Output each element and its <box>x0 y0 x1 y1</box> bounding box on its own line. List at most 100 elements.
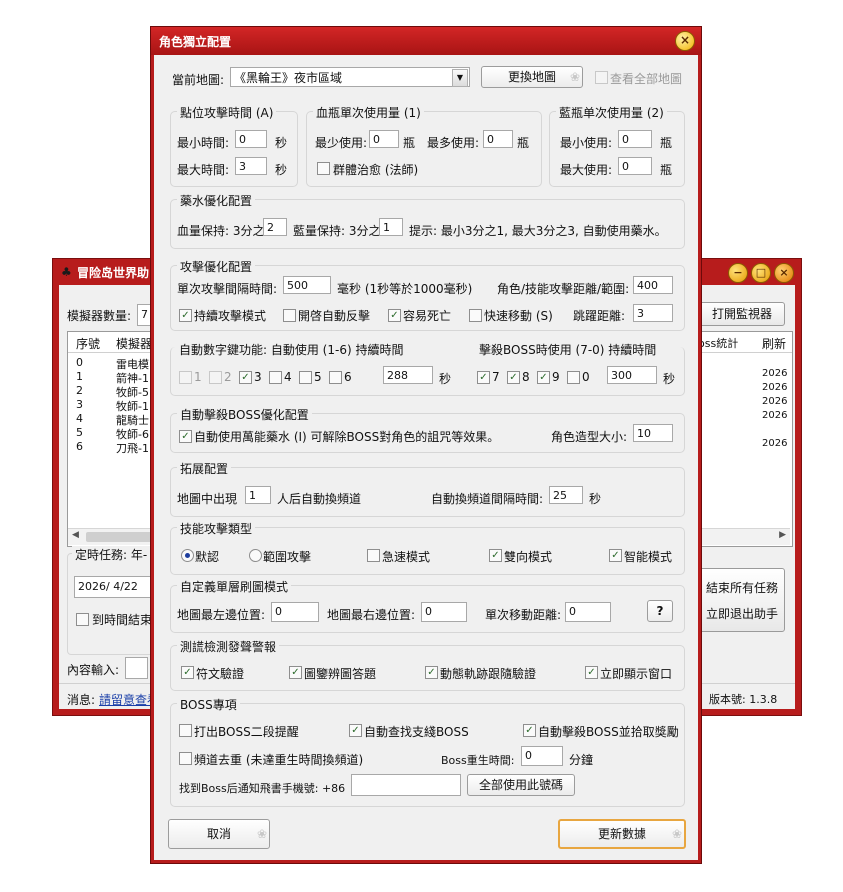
model-size-input[interactable]: 10 <box>633 424 673 442</box>
channel-interval-unit: 秒 <box>589 492 602 506</box>
map-left-input[interactable]: 0 <box>271 602 319 622</box>
hp-max-label: 最多使用: <box>427 136 480 150</box>
numkey-7-checkbox[interactable]: ✓ <box>477 371 490 384</box>
numkey-3-label: 3 <box>254 370 262 384</box>
refresh-cell: 2026 <box>762 382 788 393</box>
attack-min-input[interactable]: 0 <box>235 130 267 148</box>
potion-opt-title: 藥水優化配置 <box>177 192 256 209</box>
notify-phone-label: 找到Boss后通知飛書手機號: +86 <box>179 782 346 795</box>
auto-kill-boss-checkbox[interactable]: ✓ <box>523 724 536 737</box>
update-data-button[interactable]: 更新數據 ❀ <box>558 819 686 849</box>
numkey-6-label: 6 <box>344 370 352 384</box>
image-quiz-label: 圖鑒辨圖答題 <box>304 667 377 681</box>
smart-mode-checkbox[interactable]: ✓ <box>609 549 622 562</box>
maximize-icon[interactable]: □ <box>751 263 771 283</box>
numkey-4-checkbox[interactable] <box>269 371 282 384</box>
attack-interval-input[interactable]: 500 <box>283 276 331 294</box>
view-all-maps-label: 查看全部地圖 <box>610 72 683 86</box>
numkey-5-checkbox[interactable] <box>299 371 312 384</box>
boss-phase2-checkbox[interactable] <box>179 724 192 737</box>
fast-move-checkbox[interactable] <box>469 309 482 322</box>
map-right-input[interactable]: 0 <box>421 602 467 622</box>
hp-keep-label: 血量保持: 3分之 <box>177 224 265 238</box>
appear-count-input[interactable]: 1 <box>245 486 271 504</box>
mp-max-input[interactable]: 0 <box>618 157 652 175</box>
mp-min-input[interactable]: 0 <box>618 130 652 148</box>
mp-max-label: 最大使用: <box>560 163 613 177</box>
hp-min-unit: 瓶 <box>403 136 416 150</box>
attack-range-input[interactable]: 400 <box>633 276 673 294</box>
attack-max-input[interactable]: 3 <box>235 157 267 175</box>
single-layer-group: 自定義單層刷圖模式 地圖最左邊位置: 0 地圖最右邊位置: 0 單次移動距離: … <box>170 578 685 633</box>
attack-min-label: 最小時間: <box>177 136 230 150</box>
numkey-3-checkbox[interactable]: ✓ <box>239 371 252 384</box>
mp-keep-input[interactable]: 1 <box>379 218 403 236</box>
table-row-name[interactable]: 刀飛-1 <box>116 440 149 456</box>
rune-checkbox[interactable]: ✓ <box>181 666 194 679</box>
notify-phone-input[interactable] <box>351 774 461 796</box>
numkeys-auto-unit: 秒 <box>439 372 452 386</box>
model-size-label: 角色造型大小: <box>551 430 628 444</box>
scroll-right-icon[interactable]: ▶ <box>779 530 786 540</box>
range-attack-radio[interactable] <box>249 549 262 562</box>
easy-die-checkbox[interactable]: ✓ <box>388 309 401 322</box>
hp-max-input[interactable]: 0 <box>483 130 513 148</box>
table-row-no: 4 <box>76 412 83 425</box>
change-map-label: 更換地圖 <box>507 70 556 84</box>
content-input[interactable] <box>125 657 148 679</box>
default-radio[interactable] <box>181 549 194 562</box>
numkey-9-checkbox[interactable]: ✓ <box>537 371 550 384</box>
view-all-maps-checkbox[interactable] <box>595 71 608 84</box>
numkeys-auto-duration-input[interactable]: 288 <box>383 366 433 384</box>
close-icon[interactable]: × <box>774 263 794 283</box>
end-at-time-checkbox[interactable] <box>76 613 89 626</box>
use-all-number-button[interactable]: 全部使用此號碼 <box>467 774 575 796</box>
auto-kill-boss-label: 自動擊殺BOSS並拾取獎勵 <box>538 725 679 739</box>
app-logo-icon: ♣ <box>61 265 72 279</box>
cancel-button[interactable]: 取消 ❀ <box>168 819 270 849</box>
numkey-6-checkbox[interactable] <box>329 371 342 384</box>
change-map-button[interactable]: 更換地圖 ❀ <box>481 66 583 88</box>
image-quiz-checkbox[interactable]: ✓ <box>289 666 302 679</box>
continuous-attack-checkbox[interactable]: ✓ <box>179 309 192 322</box>
numkeys-boss-duration-input[interactable]: 300 <box>607 366 657 384</box>
scroll-left-icon[interactable]: ◀ <box>72 530 79 540</box>
dialog-close-icon[interactable]: × <box>675 31 695 51</box>
auto-counter-checkbox[interactable] <box>283 309 296 322</box>
group-heal-label: 群體治愈 (法師) <box>333 163 419 177</box>
detect-title: 測謊檢測發聲警報 <box>177 638 280 655</box>
role-config-dialog: 角色獨立配置 × 當前地圖: 《黑輪王》夜市區域 ▼ 更換地圖 ❀ 查看全部地圖 … <box>150 26 702 864</box>
jump-distance-input[interactable]: 3 <box>633 304 673 322</box>
universal-potion-checkbox[interactable]: ✓ <box>179 430 192 443</box>
auto-find-boss-checkbox[interactable]: ✓ <box>349 724 362 737</box>
end-all-tasks-button[interactable]: 結束所有任務 <box>706 579 778 596</box>
hp-max-unit: 瓶 <box>517 136 530 150</box>
exit-assistant-button[interactable]: 立即退出助手 <box>706 605 778 622</box>
group-heal-checkbox[interactable] <box>317 162 330 175</box>
hp-min-input[interactable]: 0 <box>369 130 399 148</box>
mp-min-label: 最小使用: <box>560 136 613 150</box>
hp-keep-input[interactable]: 2 <box>263 218 287 236</box>
current-map-select[interactable]: 《黑輪王》夜市區域 ▼ <box>230 67 470 87</box>
numkey-1-checkbox[interactable] <box>179 371 192 384</box>
show-window-checkbox[interactable]: ✓ <box>585 666 598 679</box>
minimize-icon[interactable]: − <box>728 263 748 283</box>
numkey-0-checkbox[interactable] <box>567 371 580 384</box>
channel-interval-input[interactable]: 25 <box>549 486 583 504</box>
boss-respawn-input[interactable]: 0 <box>521 746 563 766</box>
numkey-7-label: 7 <box>492 370 500 384</box>
help-button[interactable]: ? <box>647 600 673 622</box>
chevron-down-icon[interactable]: ▼ <box>452 69 468 87</box>
channel-dedupe-checkbox[interactable] <box>179 752 192 765</box>
trace-verify-checkbox[interactable]: ✓ <box>425 666 438 679</box>
move-distance-input[interactable]: 0 <box>565 602 611 622</box>
open-monitor-button[interactable]: 打開監視器 <box>699 302 785 326</box>
numkey-2-checkbox[interactable] <box>209 371 222 384</box>
two-way-mode-label: 雙向模式 <box>504 550 553 564</box>
appear-suffix: 人后自動換頻道 <box>277 492 362 506</box>
rapid-mode-checkbox[interactable] <box>367 549 380 562</box>
dialog-titlebar[interactable]: 角色獨立配置 × <box>151 27 701 55</box>
curl-ornament-icon: ❀ <box>569 70 580 84</box>
two-way-mode-checkbox[interactable]: ✓ <box>489 549 502 562</box>
numkey-8-checkbox[interactable]: ✓ <box>507 371 520 384</box>
